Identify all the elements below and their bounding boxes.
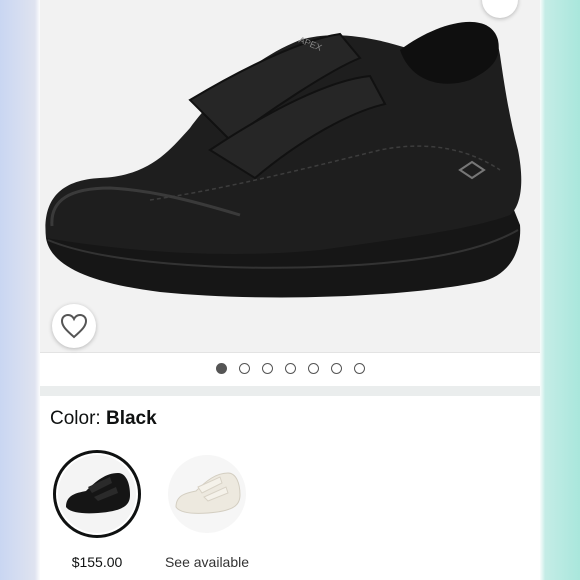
image-pagination [40,352,540,384]
heart-icon [60,313,88,339]
swatch-thumbnail-black [58,455,136,533]
section-divider [40,386,540,396]
color-swatch-white[interactable]: See available [162,450,252,570]
pagination-dot[interactable] [261,362,273,374]
pagination-dot[interactable] [238,362,250,374]
swatch-ring [163,450,251,538]
wishlist-button[interactable] [52,304,96,348]
swatch-ring [53,450,141,538]
selected-color-value: Black [105,408,157,429]
product-image[interactable]: APEX [40,0,540,352]
pagination-dot[interactable] [353,362,365,374]
swatch-caption-white: See available [164,554,250,570]
color-swatch-black[interactable]: $155.00 [52,450,142,570]
pagination-dot[interactable] [284,362,296,374]
product-page: APEX Color: Black $155.00 See available [40,0,540,580]
pagination-dot[interactable] [307,362,319,374]
swatch-thumbnail-white [168,455,246,533]
pagination-dot[interactable] [330,362,342,374]
color-label: Color: Black [50,408,157,430]
product-image-gallery[interactable]: APEX [40,0,540,353]
color-label-text: Color: [50,408,101,429]
pagination-dot[interactable] [215,362,227,374]
swatch-caption-black: $155.00 [71,554,123,570]
